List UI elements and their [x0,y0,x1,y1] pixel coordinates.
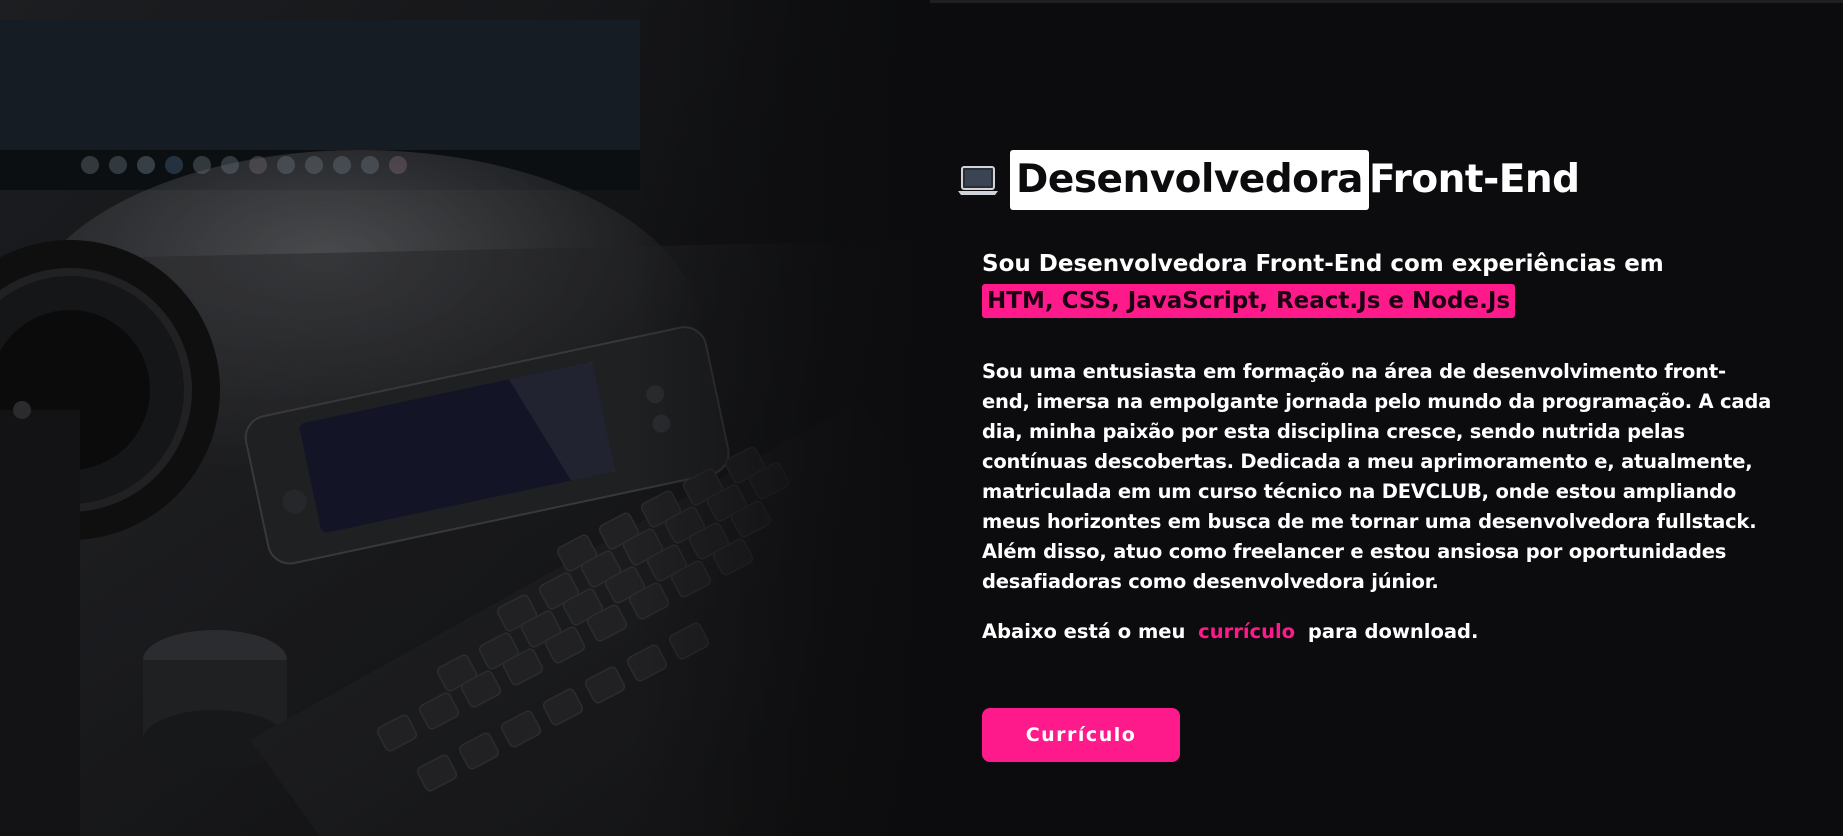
about-paragraph: Sou uma entusiasta em formação na área d… [982,360,1772,593]
photo-fade [0,0,930,836]
subtitle: Sou Desenvolvedora Front-End com experiê… [982,246,1762,319]
subtitle-text: Sou Desenvolvedora Front-End com experiê… [982,251,1664,277]
page-title: Desenvolvedora Front-End [956,148,1776,212]
tech-stack-badge: HTM, CSS, JavaScript, React.Js e Node.Js [982,284,1516,318]
title-rest: Front-End [1368,157,1580,202]
download-text-after: para download. [1307,620,1479,643]
portfolio-page: Desenvolvedora Front-End Sou Desenvolved… [0,0,1843,836]
download-cv-button[interactable]: Currículo [982,708,1180,762]
laptop-icon [956,161,1000,199]
hero-content: Desenvolvedora Front-End Sou Desenvolved… [956,148,1776,762]
download-text-before: Abaixo está o meu [982,620,1186,643]
title-highlight: Desenvolvedora [1010,150,1369,210]
curriculum-highlight: currículo [1198,620,1296,643]
desk-keyboard-photo [0,0,930,836]
download-text: Abaixo está o meu currículo para downloa… [982,617,1776,647]
